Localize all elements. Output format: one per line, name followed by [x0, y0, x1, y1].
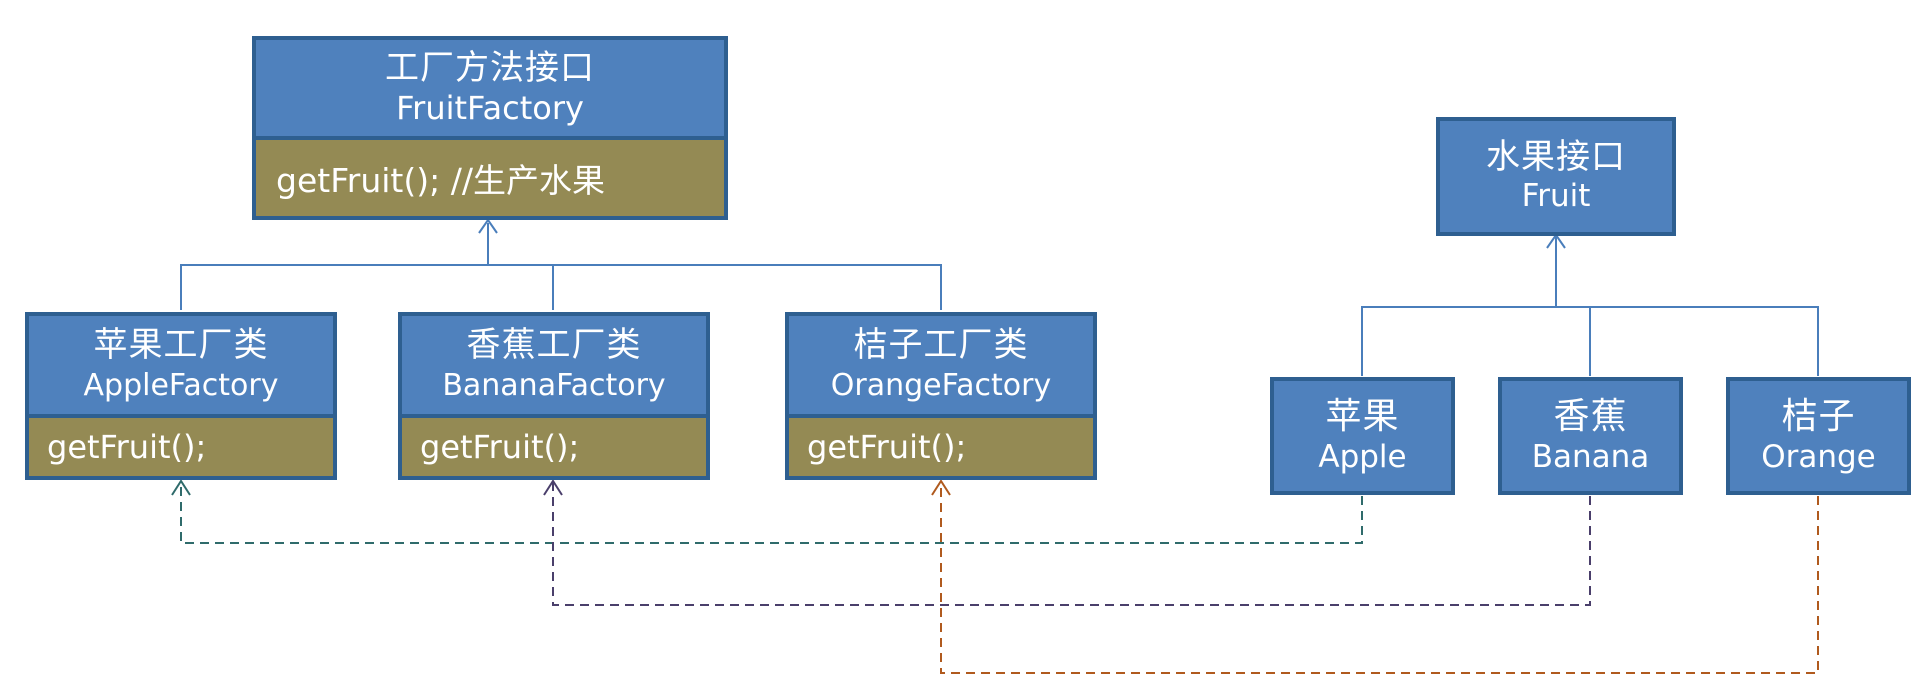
factory-interface-box: 工厂方法接口 FruitFactory getFruit(); //生产水果: [252, 36, 728, 220]
orange-factory-title-cn: 桔子工厂类: [853, 325, 1029, 366]
fruit-interface-title-cn: 水果接口: [1486, 137, 1626, 178]
apple-factory-box: 苹果工厂类 AppleFactory getFruit();: [25, 312, 337, 480]
factory-interface-method: getFruit(); //生产水果: [256, 136, 724, 216]
banana-box: 香蕉 Banana: [1498, 377, 1683, 495]
apple-factory-method: getFruit();: [29, 414, 333, 476]
apple-factory-header: 苹果工厂类 AppleFactory: [29, 316, 333, 414]
orange-header: 桔子 Orange: [1730, 381, 1907, 491]
fruit-interface-title-en: Fruit: [1521, 178, 1591, 215]
apple-header: 苹果 Apple: [1274, 381, 1451, 491]
apple-box: 苹果 Apple: [1270, 377, 1455, 495]
orange-factory-box: 桔子工厂类 OrangeFactory getFruit();: [785, 312, 1097, 480]
apple-factory-title-cn: 苹果工厂类: [93, 325, 269, 366]
orange-box: 桔子 Orange: [1726, 377, 1911, 495]
orange-title-en: Orange: [1761, 438, 1876, 475]
banana-factory-box: 香蕉工厂类 BananaFactory getFruit();: [398, 312, 710, 480]
apple-factory-title-en: AppleFactory: [83, 368, 279, 404]
banana-factory-method: getFruit();: [402, 414, 706, 476]
fruit-inheritance-connector: [1361, 233, 1819, 376]
banana-header: 香蕉 Banana: [1502, 381, 1679, 491]
banana-title-cn: 香蕉: [1553, 396, 1628, 438]
factory-inheritance-bus: [180, 264, 942, 310]
fruit-interface-header: 水果接口 Fruit: [1440, 121, 1672, 232]
factory-interface-header: 工厂方法接口 FruitFactory: [256, 40, 724, 136]
orange-factory-header: 桔子工厂类 OrangeFactory: [789, 316, 1093, 414]
orange-factory-title-en: OrangeFactory: [830, 368, 1052, 404]
apple-dependency-connector: [171, 479, 1363, 544]
banana-factory-header: 香蕉工厂类 BananaFactory: [402, 316, 706, 414]
apple-title-en: Apple: [1318, 438, 1407, 475]
orange-title-cn: 桔子: [1781, 396, 1856, 438]
factory-method-diagram: 工厂方法接口 FruitFactory getFruit(); //生产水果 苹…: [0, 0, 1919, 695]
banana-title-en: Banana: [1531, 438, 1650, 475]
banana-factory-title-en: BananaFactory: [442, 368, 666, 404]
factory-interface-title-cn: 工厂方法接口: [385, 48, 595, 89]
factory-interface-title-en: FruitFactory: [396, 89, 584, 128]
factory-inheritance-connector: [180, 218, 942, 310]
banana-factory-title-cn: 香蕉工厂类: [466, 325, 642, 366]
orange-dependency-connector: [931, 479, 1819, 674]
orange-factory-method: getFruit();: [789, 414, 1093, 476]
apple-title-cn: 苹果: [1325, 396, 1400, 438]
fruit-interface-box: 水果接口 Fruit: [1436, 117, 1676, 236]
